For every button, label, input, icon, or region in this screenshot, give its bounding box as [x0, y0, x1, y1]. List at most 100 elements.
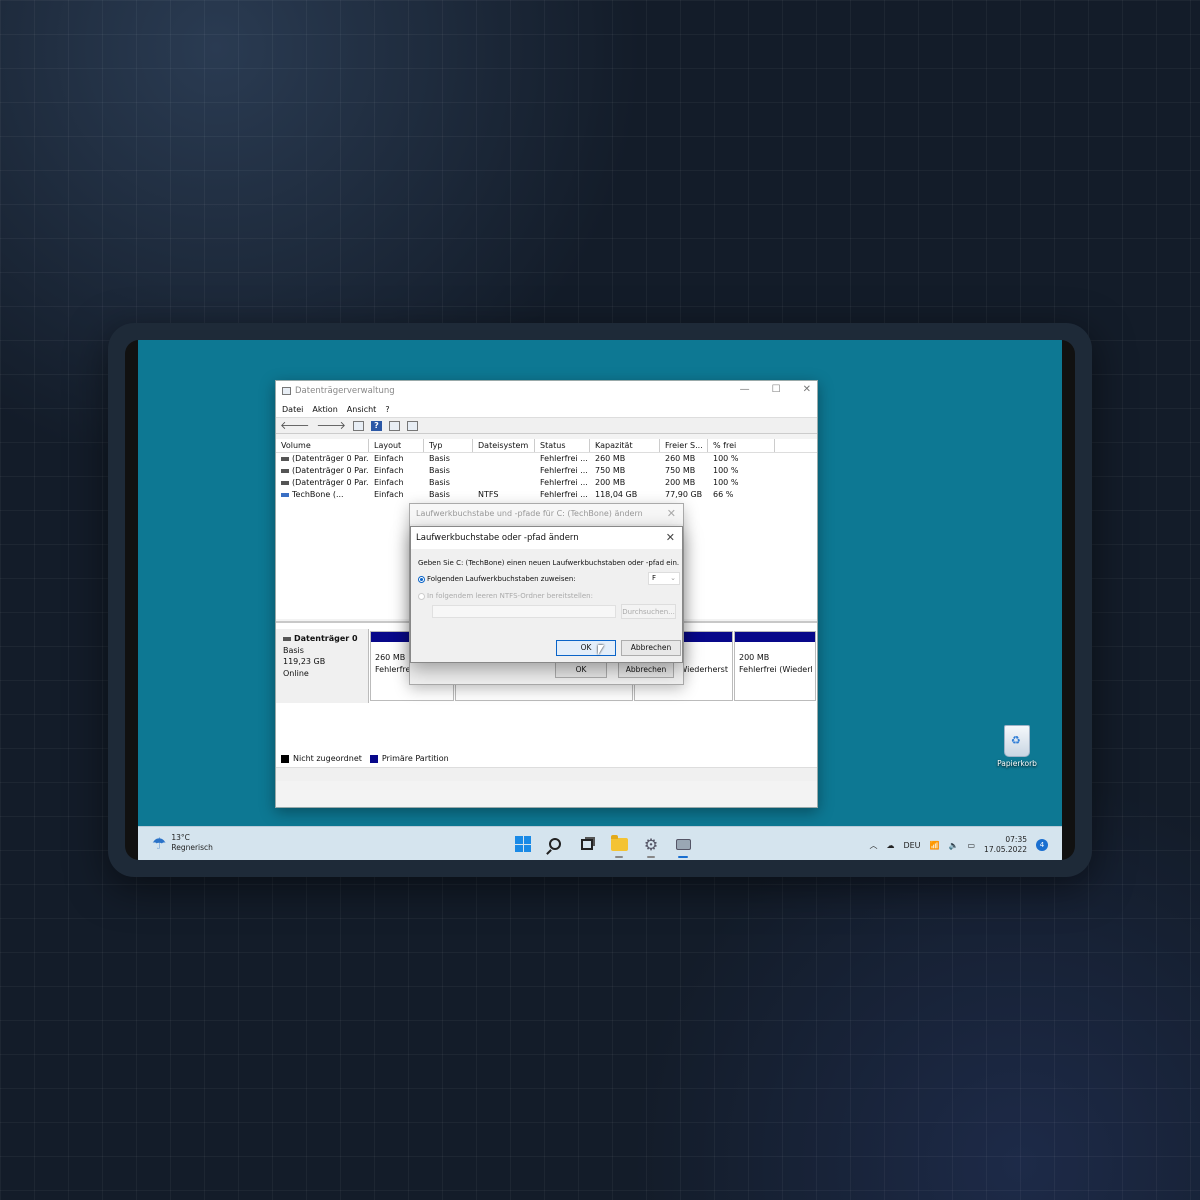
disk-state: Online	[283, 668, 309, 678]
cell-capacity: 200 MB	[595, 478, 626, 487]
table-row[interactable]: TechBone (... Einfach Basis NTFS Fehlerf…	[276, 489, 817, 501]
col-filesystem[interactable]: Dateisystem	[473, 439, 535, 452]
disk-info[interactable]: Datenträger 0 Basis 119,23 GB Online	[276, 629, 369, 703]
table-row[interactable]: (Datenträger 0 Par... Einfach Basis Fehl…	[276, 477, 817, 489]
col-type[interactable]: Typ	[424, 439, 473, 452]
dialog-title: Laufwerkbuchstabe oder -pfad ändern	[411, 527, 682, 549]
gear-icon: ⚙	[643, 834, 659, 854]
col-free[interactable]: Freier S...	[660, 439, 708, 452]
window-title: Datenträgerverwaltung	[295, 386, 395, 396]
cell-type: Basis	[429, 466, 450, 475]
cancel-button[interactable]: Abbrechen	[618, 662, 674, 678]
recycle-bin-label: Papierkorb	[997, 759, 1037, 768]
cell-free: 260 MB	[665, 454, 696, 463]
cell-capacity: 750 MB	[595, 466, 626, 475]
col-layout[interactable]: Layout	[369, 439, 424, 452]
col-percent-free[interactable]: % frei	[708, 439, 775, 452]
cancel-button[interactable]: Abbrechen	[621, 640, 681, 656]
cell-volume: (Datenträger 0 Par...	[292, 478, 369, 487]
partition-4[interactable]: 200 MB Fehlerfrei (Wiederl	[734, 631, 816, 701]
desktop: Datenträgerverwaltung — ☐ ✕ Datei Aktion…	[138, 340, 1062, 860]
mount-folder-option[interactable]: In folgendem leeren NTFS-Ordner bereitst…	[418, 592, 593, 600]
settings-icon[interactable]	[407, 420, 418, 431]
wifi-icon[interactable]: 📶	[930, 841, 940, 850]
close-icon[interactable]: ✕	[666, 531, 675, 544]
table-row[interactable]: (Datenträger 0 Par... Einfach Basis Fehl…	[276, 453, 817, 465]
back-arrow-icon[interactable]: 🡐	[280, 420, 310, 431]
disk-icon	[281, 480, 289, 485]
window-titlebar[interactable]: Datenträgerverwaltung — ☐ ✕	[276, 381, 817, 401]
minimize-icon[interactable]: —	[740, 384, 750, 395]
notification-badge[interactable]: 4	[1036, 839, 1048, 851]
menu-help[interactable]: ?	[385, 405, 389, 414]
maximize-icon[interactable]: ☐	[772, 384, 781, 395]
file-explorer-button[interactable]	[608, 833, 630, 858]
drive-letter-select[interactable]: F ⌄	[648, 572, 680, 585]
battery-icon[interactable]: ▭	[967, 841, 975, 850]
recycle-bin[interactable]: ♻ Papierkorb	[987, 725, 1047, 768]
cell-capacity: 260 MB	[595, 454, 626, 463]
table-row[interactable]: (Datenträger 0 Par... Einfach Basis Fehl…	[276, 465, 817, 477]
view-icon[interactable]	[353, 420, 364, 431]
close-icon[interactable]: ✕	[667, 507, 676, 520]
cell-status: Fehlerfrei ...	[540, 490, 588, 499]
radio-selected-icon[interactable]	[418, 575, 425, 583]
ok-button[interactable]: OK	[555, 662, 607, 678]
task-view-button[interactable]	[576, 833, 598, 855]
chevron-up-icon[interactable]: ︿	[869, 840, 877, 851]
legend-primary: Primäre Partition	[381, 754, 449, 763]
status-bar	[276, 767, 817, 781]
dialog-instruction: Geben Sie C: (TechBone) einen neuen Lauf…	[418, 559, 680, 567]
cell-type: Basis	[429, 478, 450, 487]
menu-aktion[interactable]: Aktion	[312, 405, 337, 414]
clock[interactable]: 07:35 17.05.2022	[984, 835, 1027, 855]
browse-button[interactable]: Durchsuchen...	[621, 604, 676, 619]
cell-type: Basis	[429, 454, 450, 463]
help-icon[interactable]: ?	[371, 420, 382, 431]
cell-filesystem	[473, 477, 535, 489]
cloud-icon[interactable]: ☁	[886, 841, 894, 850]
cell-percent: 100 %	[713, 466, 739, 475]
dialog-title: Laufwerkbuchstabe und -pfade für C: (Tec…	[410, 504, 683, 524]
disk-icon	[283, 636, 291, 641]
cell-volume: TechBone (...	[292, 490, 344, 499]
cell-type: Basis	[429, 490, 450, 499]
start-button[interactable]	[512, 833, 534, 855]
taskbar: ☂ 13°C Regnerisch ⚙ ︿ ☁ DEU 📶 🔈 ▭ 07:35 …	[138, 826, 1062, 860]
assign-letter-option[interactable]: Folgenden Laufwerkbuchstaben zuweisen:	[418, 575, 576, 583]
cell-status: Fehlerfrei ...	[540, 466, 588, 475]
cell-percent: 100 %	[713, 454, 739, 463]
cell-filesystem: NTFS	[478, 490, 499, 499]
cell-volume: (Datenträger 0 Par...	[292, 466, 369, 475]
menu-datei[interactable]: Datei	[282, 405, 303, 414]
screen: Datenträgerverwaltung — ☐ ✕ Datei Aktion…	[125, 340, 1075, 860]
mount-folder-path-input[interactable]	[432, 605, 616, 618]
cell-status: Fehlerfrei ...	[540, 454, 588, 463]
folder-icon	[610, 834, 628, 851]
weather-widget[interactable]: ☂ 13°C Regnerisch	[152, 833, 213, 853]
radio-unselected-icon[interactable]	[418, 592, 425, 600]
weather-desc: Regnerisch	[171, 843, 213, 852]
search-button[interactable]	[544, 833, 566, 855]
cell-free: 750 MB	[665, 466, 696, 475]
disk-icon	[281, 456, 289, 461]
drive-letter-value: F	[652, 574, 657, 582]
col-volume[interactable]: Volume	[276, 439, 369, 452]
ok-button[interactable]: OK	[556, 640, 616, 656]
menu-ansicht[interactable]: Ansicht	[347, 405, 377, 414]
clock-date: 17.05.2022	[984, 845, 1027, 854]
menu-bar: Datei Aktion Ansicht ?	[276, 401, 817, 417]
close-icon[interactable]: ✕	[803, 384, 811, 395]
col-status[interactable]: Status	[535, 439, 590, 452]
settings-button[interactable]: ⚙	[640, 833, 662, 858]
cell-layout: Einfach	[374, 478, 404, 487]
volume-icon[interactable]: 🔈	[949, 841, 959, 850]
language-indicator[interactable]: DEU	[903, 841, 920, 850]
legend-unallocated-swatch	[281, 754, 289, 763]
col-capacity[interactable]: Kapazität	[590, 439, 660, 452]
column-headers: Volume Layout Typ Dateisystem Status Kap…	[276, 439, 817, 453]
forward-arrow-icon[interactable]: 🡒	[317, 420, 347, 431]
cell-status: Fehlerfrei ...	[540, 478, 588, 487]
properties-icon[interactable]	[389, 420, 400, 431]
disk-management-button[interactable]	[672, 833, 694, 858]
